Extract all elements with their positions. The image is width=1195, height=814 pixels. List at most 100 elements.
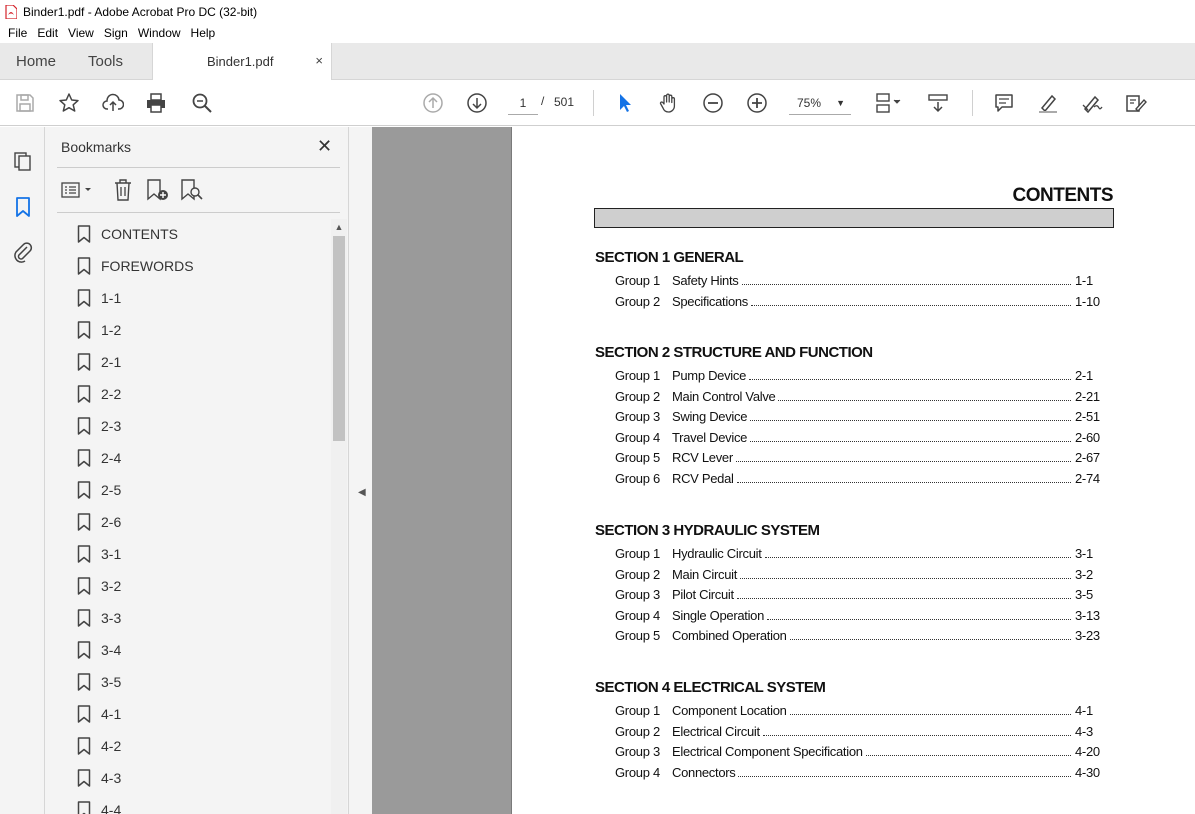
bookmark-item[interactable]: 4-2	[77, 734, 121, 758]
close-tab-icon[interactable]: ×	[315, 53, 323, 68]
toc-entry[interactable]: Group 5 RCV Lever 2-67	[615, 450, 1107, 468]
options-menu-icon[interactable]	[61, 180, 95, 200]
menu-view[interactable]: View	[63, 26, 99, 40]
save-icon[interactable]	[13, 91, 37, 115]
toc-entry[interactable]: Group 3 Pilot Circuit 3-5	[615, 587, 1107, 605]
scroll-mode-icon[interactable]	[926, 91, 950, 115]
toc-entry[interactable]: Group 1 Hydraulic Circuit 3-1	[615, 546, 1107, 564]
bookmark-item[interactable]: 2-1	[77, 350, 121, 374]
toc-entry[interactable]: Group 4 Connectors 4-30	[615, 765, 1107, 783]
scroll-up-icon[interactable]: ▲	[331, 219, 347, 235]
bookmark-item[interactable]: 1-2	[77, 318, 121, 342]
toc-leader-dots	[789, 631, 1071, 641]
bookmarks-scrollbar[interactable]: ▲	[331, 219, 347, 814]
toc-group: Group 3	[615, 744, 660, 760]
bookmarks-panel: Bookmarks ✕ CONTENTS FOREWORDS 1-1 1-2 2-1 2-…	[45, 127, 348, 814]
toc-entry[interactable]: Group 1 Safety Hints 1-1	[615, 273, 1107, 291]
collapse-panel-icon[interactable]: ◀	[358, 487, 366, 498]
find-bookmark-icon[interactable]	[179, 178, 205, 202]
bookmark-item[interactable]: CONTENTS	[77, 222, 178, 246]
toc-entry[interactable]: Group 2 Main Control Valve 2-21	[615, 389, 1107, 407]
zoom-in-icon[interactable]	[745, 91, 769, 115]
fill-sign-icon[interactable]	[1080, 91, 1104, 115]
toc-leader-dots	[865, 747, 1071, 757]
bookmark-label: 2-1	[101, 354, 122, 370]
bookmark-icon	[77, 769, 91, 787]
arrow-down-circle-icon[interactable]	[465, 91, 489, 115]
toc-entry[interactable]: Group 1 Pump Device 2-1	[615, 368, 1107, 386]
bookmark-item[interactable]: 1-1	[77, 286, 121, 310]
tab-home[interactable]: Home	[16, 43, 56, 80]
bookmark-icon	[77, 513, 91, 531]
pen-icon[interactable]	[1036, 91, 1060, 115]
tab-tools[interactable]: Tools	[88, 43, 123, 80]
toc-page-number: 4-20	[1075, 744, 1100, 760]
page-thumbnails-icon[interactable]	[11, 149, 35, 173]
arrow-up-circle-icon[interactable]	[421, 91, 445, 115]
bookmark-item[interactable]: 2-3	[77, 414, 121, 438]
toc-entry[interactable]: Group 4 Single Operation 3-13	[615, 608, 1107, 626]
bookmark-item[interactable]: 2-2	[77, 382, 121, 406]
toc-page-number: 2-1	[1075, 368, 1093, 383]
toc-group: Group 3	[615, 409, 660, 425]
bookmark-item[interactable]: FOREWORDS	[77, 254, 194, 278]
tab-document[interactable]: Binder1.pdf ×	[152, 43, 332, 81]
toc-entry[interactable]: Group 1 Component Location 4-1	[615, 703, 1107, 721]
edit-icon[interactable]	[1124, 91, 1148, 115]
toc-group: Group 4	[615, 764, 660, 780]
bookmark-item[interactable]: 4-1	[77, 702, 121, 726]
upload-icon[interactable]	[101, 91, 125, 115]
toc-entry[interactable]: Group 4 Travel Device 2-60	[615, 430, 1107, 448]
toc-group: Group 1	[615, 703, 660, 718]
search-zoom-icon[interactable]	[190, 91, 214, 115]
bookmarks-panel-title: Bookmarks	[61, 139, 132, 155]
toc-entry[interactable]: Group 5 Combined Operation 3-23	[615, 628, 1107, 646]
comment-icon[interactable]	[992, 91, 1016, 115]
attachment-icon[interactable]	[11, 240, 35, 264]
bookmark-item[interactable]: 4-4	[77, 798, 121, 814]
bookmark-item[interactable]: 2-5	[77, 478, 121, 502]
hand-icon[interactable]	[657, 91, 681, 115]
menu-file[interactable]: File	[3, 26, 32, 40]
zoom-out-icon[interactable]	[701, 91, 725, 115]
menu-sign[interactable]: Sign	[99, 26, 133, 40]
delete-icon[interactable]	[112, 178, 134, 202]
new-bookmark-icon[interactable]	[145, 178, 171, 202]
menu-edit[interactable]: Edit	[32, 26, 63, 40]
toc-entry[interactable]: Group 3 Electrical Component Specificatio…	[615, 744, 1107, 762]
toc-group: Group 3	[615, 587, 660, 603]
document-viewer[interactable]: CONTENTS SECTION 1 GENERAL Group 1 Safety …	[372, 127, 1195, 814]
bookmark-item[interactable]: 3-3	[77, 606, 121, 630]
scrollbar-thumb[interactable]	[333, 236, 345, 441]
star-icon[interactable]	[57, 91, 81, 115]
page-heading: CONTENTS	[1012, 185, 1114, 206]
chevron-down-icon: ▼	[836, 98, 845, 108]
section-heading: SECTION 2 STRUCTURE AND FUNCTION	[595, 344, 873, 361]
bookmark-item[interactable]: 3-1	[77, 542, 121, 566]
toc-page-number: 2-60	[1075, 429, 1100, 445]
toc-title: Specifications	[672, 293, 749, 309]
page-number-input[interactable]: 1	[508, 91, 538, 115]
toc-entry[interactable]: Group 2 Electrical Circuit 4-3	[615, 724, 1107, 742]
toc-entry[interactable]: Group 3 Swing Device 2-51	[615, 409, 1107, 427]
bookmark-item[interactable]: 2-4	[77, 446, 121, 470]
bookmark-icon[interactable]	[11, 195, 35, 219]
bookmark-item[interactable]: 3-5	[77, 670, 121, 694]
toc-leader-dots	[789, 706, 1071, 715]
toc-title: Electrical Component Specification	[672, 744, 863, 760]
bookmark-item[interactable]: 2-6	[77, 510, 121, 534]
print-icon[interactable]	[144, 91, 168, 115]
close-panel-icon[interactable]: ✕	[317, 137, 332, 155]
bookmark-item[interactable]: 4-3	[77, 766, 121, 790]
toc-entry[interactable]: Group 2 Main Circuit 3-2	[615, 567, 1107, 585]
pointer-icon[interactable]	[613, 91, 637, 115]
bookmark-item[interactable]: 3-4	[77, 638, 121, 662]
zoom-select[interactable]: 75% ▼	[789, 91, 851, 115]
menu-window[interactable]: Window	[133, 26, 186, 40]
bookmark-label: CONTENTS	[101, 226, 178, 242]
bookmark-item[interactable]: 3-2	[77, 574, 121, 598]
page-layout-icon[interactable]	[872, 91, 906, 115]
menu-help[interactable]: Help	[186, 26, 221, 40]
toc-entry[interactable]: Group 2 Specifications 1-10	[615, 294, 1107, 312]
toc-entry[interactable]: Group 6 RCV Pedal 2-74	[615, 471, 1107, 489]
